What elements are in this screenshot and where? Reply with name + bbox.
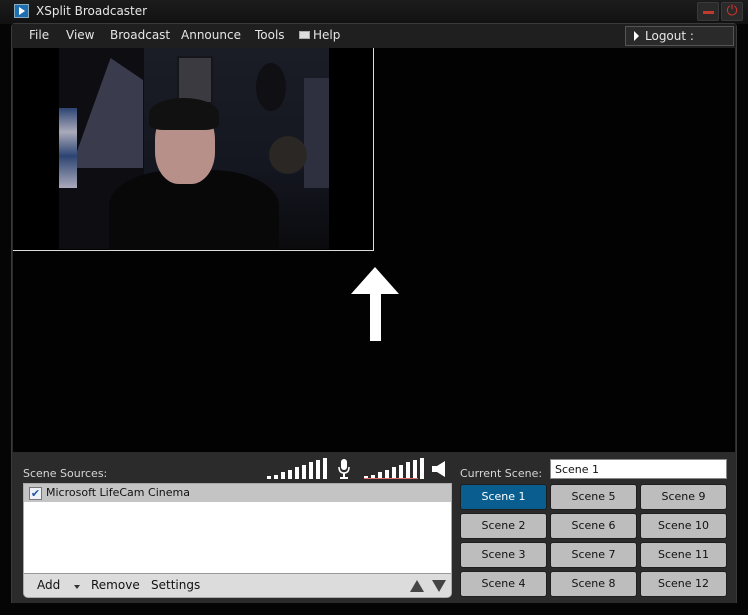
source-visible-checkbox[interactable]: ✔ (29, 487, 42, 500)
current-scene-label: Current Scene: (460, 467, 543, 480)
scene-7-button[interactable]: Scene 7 (550, 542, 637, 568)
menu-file[interactable]: File (29, 28, 49, 42)
sources-toolbar: Add Remove Settings (24, 573, 451, 597)
scene-10-button[interactable]: Scene 10 (640, 513, 727, 539)
power-button[interactable]: ⏻ (721, 2, 743, 21)
source-settings-button[interactable]: Settings (151, 578, 200, 592)
move-up-icon[interactable] (410, 580, 424, 592)
scene-11-button[interactable]: Scene 11 (640, 542, 727, 568)
broadcast-preview[interactable] (13, 48, 735, 452)
mic-level-meter[interactable] (267, 457, 327, 479)
webcam-feed-image (59, 48, 329, 250)
source-name: Microsoft LifeCam Cinema (46, 486, 190, 499)
meter-bar (413, 460, 417, 479)
scene-8-button[interactable]: Scene 8 (550, 571, 637, 597)
move-down-icon[interactable] (432, 580, 446, 592)
wall-clock (256, 63, 286, 111)
play-triangle-icon (634, 31, 639, 41)
meter-bar (281, 472, 285, 479)
add-dropdown-icon[interactable] (74, 585, 80, 589)
add-source-button[interactable]: Add (37, 578, 60, 592)
xsplit-logo-icon (14, 4, 29, 18)
flag (59, 108, 77, 188)
source-row[interactable]: ✔ Microsoft LifeCam Cinema (24, 484, 451, 502)
scene-1-button[interactable]: Scene 1 (460, 484, 547, 510)
speaker-icon[interactable] (432, 461, 446, 477)
scene-sources-list[interactable]: ✔ Microsoft LifeCam Cinema Add Remove Se… (23, 483, 452, 598)
scene-12-button[interactable]: Scene 12 (640, 571, 727, 597)
menu-view[interactable]: View (66, 28, 94, 42)
fan (269, 136, 307, 174)
power-icon: ⏻ (726, 3, 738, 19)
meter-bar (288, 470, 292, 479)
title-bar: XSplit Broadcaster ⏻ (0, 0, 748, 24)
meter-bar (323, 458, 327, 479)
microphone-icon[interactable] (338, 459, 350, 479)
menu-announce[interactable]: Announce (181, 28, 241, 42)
scene-9-button[interactable]: Scene 9 (640, 484, 727, 510)
meter-bar (267, 476, 271, 479)
meter-bar (420, 458, 424, 479)
person-hair (149, 98, 219, 130)
webcam-source-frame[interactable] (13, 48, 374, 251)
minimize-button[interactable] (697, 2, 719, 21)
window-right (304, 78, 329, 188)
meter-bar (399, 465, 403, 479)
scene-sources-label: Scene Sources: (23, 467, 108, 480)
current-scene-input[interactable] (550, 459, 727, 479)
meter-bar (309, 462, 313, 479)
meter-bar (295, 467, 299, 479)
meter-bar (302, 465, 306, 479)
scene-5-button[interactable]: Scene 5 (550, 484, 637, 510)
mail-icon (299, 31, 310, 39)
meter-bar (316, 460, 320, 479)
menu-help[interactable]: Help (299, 28, 340, 42)
menu-tools[interactable]: Tools (255, 28, 285, 42)
menu-broadcast[interactable]: Broadcast (110, 28, 170, 42)
menu-help-label: Help (313, 28, 341, 42)
window-title: XSplit Broadcaster (36, 4, 148, 18)
meter-bar (406, 462, 410, 479)
logout-button[interactable]: Logout : (625, 26, 734, 46)
speaker-level-underline (364, 478, 418, 479)
scene-2-button[interactable]: Scene 2 (460, 513, 547, 539)
up-arrow-icon (351, 267, 399, 341)
remove-source-button[interactable]: Remove (91, 578, 140, 592)
poster (177, 56, 213, 104)
scene-6-button[interactable]: Scene 6 (550, 513, 637, 539)
speaker-level-meter[interactable] (364, 457, 424, 479)
scene-4-button[interactable]: Scene 4 (460, 571, 547, 597)
scene-3-button[interactable]: Scene 3 (460, 542, 547, 568)
logout-label: Logout : (645, 29, 694, 43)
meter-bar (274, 475, 278, 479)
